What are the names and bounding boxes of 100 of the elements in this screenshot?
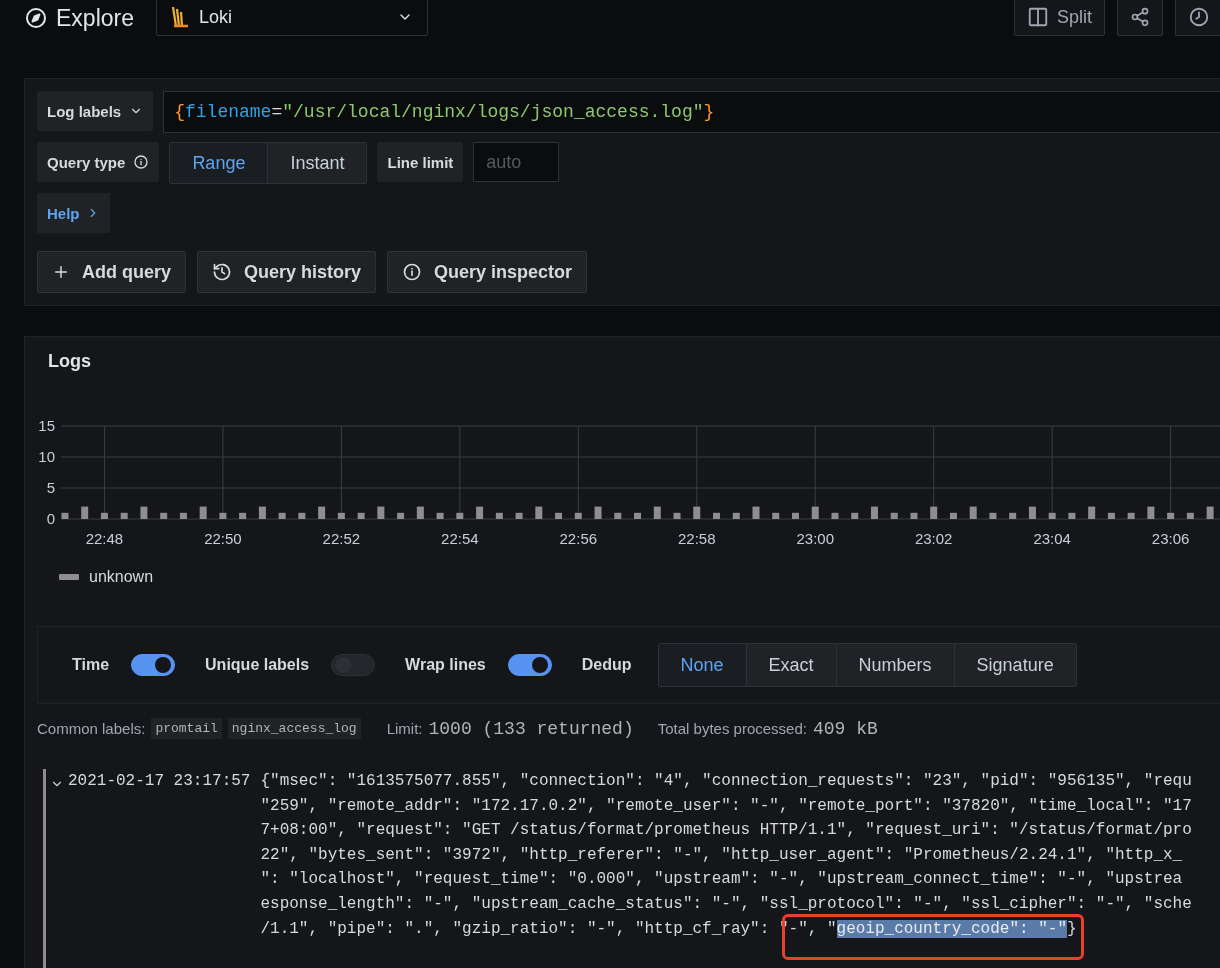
bar [1206,506,1214,519]
radio-option[interactable]: Signature [954,644,1076,686]
field-label: Query type [47,153,126,171]
bar [713,512,720,519]
toggle-label: Time [72,656,110,674]
bar [910,512,918,519]
log-text: {"msec": "1613575077.855", "connection": "4", "connection_requests": "23", "pid": "956135", "requ [260,772,1192,790]
bar [1088,506,1096,519]
bar [436,512,444,519]
toggle-switch[interactable] [507,654,552,676]
bar [120,512,128,519]
bar [258,506,266,519]
field-label: Line limit [387,153,454,171]
query-field[interactable]: {filename="/usr/local/nginx/logs/json_access.log"} [163,91,1220,133]
bar [397,512,405,519]
bar [1009,512,1017,519]
share-button[interactable] [1117,0,1163,36]
bar [930,506,938,519]
bar [318,506,326,519]
share-icon [1130,7,1150,27]
meta-value: 409 kB [812,718,878,739]
log-labels-button[interactable]: Log labels [37,91,154,131]
label-tag: nginx_access_log [227,718,361,739]
info-icon [133,154,150,170]
bar [811,506,819,519]
bar [555,512,563,519]
meta-label: Common labels: [37,720,146,737]
log-text: esponse_length": "-", "upstream_cache_status": "-", "ssl_protocol": "-", "ssl_cipher": "-", "sche [260,894,1192,913]
bar [1127,512,1135,519]
bar [693,506,701,519]
clock-button[interactable] [1175,0,1220,36]
history-icon [212,262,232,282]
axis-label: 23:02 [914,530,953,547]
bar [752,506,760,519]
bar [160,512,168,519]
radio-option[interactable]: Instant [268,143,367,183]
bar [653,506,661,519]
axis-label: 22:54 [441,530,479,547]
axis-label: 22:50 [204,530,242,547]
history-button[interactable]: Query history [197,251,377,293]
axis-label: 10 [38,448,55,465]
bar [870,506,878,519]
radio-option[interactable]: Numbers [836,644,955,686]
bar [792,512,799,519]
axis-label: 22:58 [678,530,716,547]
plus-icon [52,263,70,281]
bar [278,512,286,519]
bar [495,512,503,519]
bar [831,512,839,519]
bar [1167,512,1175,519]
bar [1147,506,1155,519]
toggle-label: Dedup [581,656,632,674]
bar [456,512,464,519]
split-button[interactable]: Split [1014,0,1105,36]
bar [100,512,108,519]
bar [614,512,622,519]
meta-label: Total bytes processed: [657,720,807,737]
log-text: ": "localhost", "request_time": "0.000", "upstream": "-", "upstream_connect_time": "-", "upstrea [260,870,1183,889]
bar [1068,512,1076,519]
toggle-switch[interactable] [131,654,176,676]
toggle-label: Unique labels [205,656,310,674]
logo-icon [171,6,189,28]
bar [416,506,424,519]
bar [515,512,523,519]
add-query-button[interactable]: Add query [37,251,186,293]
bar [989,512,997,519]
bar [179,512,187,519]
bar [634,512,642,519]
axis-label: 5 [46,479,55,496]
bar [1186,512,1194,519]
help-link[interactable]: Help [37,193,110,233]
label-tag: promtail [151,718,222,739]
legend-label[interactable]: unknown [89,568,154,586]
page-title: Explore [56,4,134,32]
log-timestamp: 2021-02-17 23:17:57 [68,771,251,792]
axis-label: 23:04 [1033,530,1071,547]
log-text: -", " [788,919,837,938]
inspector-button[interactable]: Query inspector [387,251,588,293]
bar [1028,506,1036,519]
datasource-picker[interactable]: Loki [156,0,428,36]
bar [535,506,543,519]
info-icon [402,262,423,282]
bar [357,512,365,519]
selected-text: geoip_country_code": "-" [836,919,1067,938]
bar [377,506,385,519]
bar [732,512,740,519]
radio-option[interactable]: Range [170,143,269,183]
axis-label: 23:00 [796,530,834,547]
bar [219,512,227,519]
bar [673,512,681,519]
bar [772,512,780,519]
line-limit-field[interactable]: auto [473,142,560,182]
bar [890,512,898,519]
axis-label: 23:06 [1151,530,1190,547]
radio-option[interactable]: Exact [746,644,837,686]
axis-label: 15 [38,417,55,434]
split-icon [1027,6,1049,28]
bar [239,512,247,519]
toggle-switch[interactable] [331,654,376,676]
radio-option[interactable]: None [658,644,747,686]
